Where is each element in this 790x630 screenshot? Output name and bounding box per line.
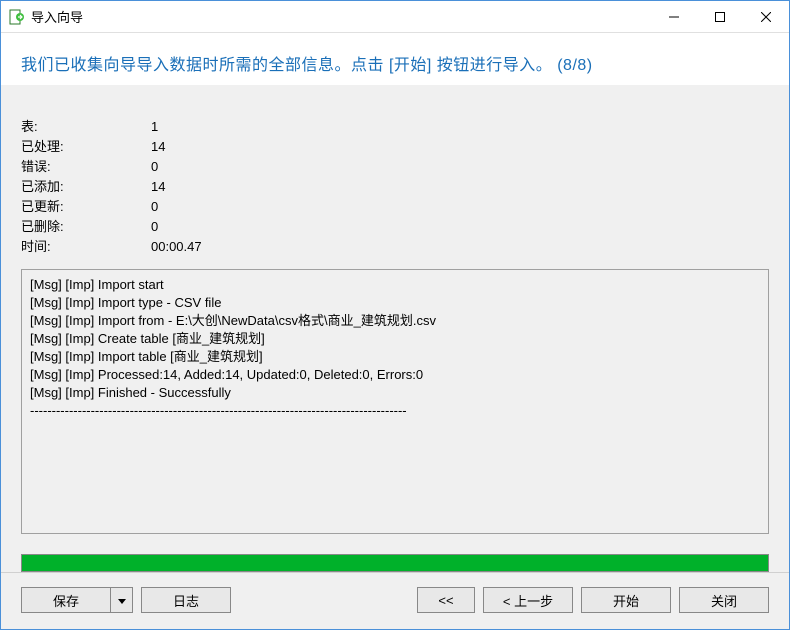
stat-row-processed: 已处理: 14 — [21, 137, 769, 157]
stat-label: 已删除: — [21, 217, 151, 237]
save-button[interactable]: 保存 — [21, 587, 111, 613]
save-dropdown-button[interactable] — [111, 587, 133, 613]
stat-value: 0 — [151, 217, 158, 237]
stat-label: 已添加: — [21, 177, 151, 197]
content-area: 我们已收集向导导入数据时所需的全部信息。点击 [开始] 按钮进行导入。 (8/8… — [1, 33, 789, 629]
save-button-group: 保存 — [21, 587, 133, 613]
stat-value: 1 — [151, 117, 158, 137]
chevron-down-icon — [118, 593, 126, 608]
log-output[interactable]: [Msg] [Imp] Import start [Msg] [Imp] Imp… — [21, 269, 769, 534]
stat-value: 0 — [151, 157, 158, 177]
stat-label: 已处理: — [21, 137, 151, 157]
maximize-button[interactable] — [697, 1, 743, 32]
prev-button[interactable]: < 上一步 — [483, 587, 573, 613]
log-button[interactable]: 日志 — [141, 587, 231, 613]
first-button[interactable]: << — [417, 587, 475, 613]
wizard-heading: 我们已收集向导导入数据时所需的全部信息。点击 [开始] 按钮进行导入。 (8/8… — [21, 51, 769, 75]
window-controls — [651, 1, 789, 32]
close-button[interactable] — [743, 1, 789, 32]
progress-bar — [21, 554, 769, 572]
stat-value: 0 — [151, 197, 158, 217]
stats-grid: 表: 1 已处理: 14 错误: 0 已添加: 14 已更新: 0 — [21, 117, 769, 257]
header-section: 我们已收集向导导入数据时所需的全部信息。点击 [开始] 按钮进行导入。 (8/8… — [1, 33, 789, 85]
window-title: 导入向导 — [31, 7, 651, 26]
import-wizard-window: 导入向导 我们已收集向导导入数据时所需的全部信息。点击 [开始] 按钮进行导入。… — [0, 0, 790, 630]
stat-row-tables: 表: 1 — [21, 117, 769, 137]
stat-value: 00:00.47 — [151, 237, 202, 257]
stat-value: 14 — [151, 137, 165, 157]
stat-value: 14 — [151, 177, 165, 197]
stat-row-added: 已添加: 14 — [21, 177, 769, 197]
stat-row-errors: 错误: 0 — [21, 157, 769, 177]
minimize-button[interactable] — [651, 1, 697, 32]
stat-label: 已更新: — [21, 197, 151, 217]
close-wizard-button[interactable]: 关闭 — [679, 587, 769, 613]
body-section: 表: 1 已处理: 14 错误: 0 已添加: 14 已更新: 0 — [1, 85, 789, 544]
stat-row-deleted: 已删除: 0 — [21, 217, 769, 237]
footer-buttons: 保存 日志 << < 上一步 下一步 > >> 开始 关闭 — [1, 572, 789, 629]
app-icon — [9, 9, 25, 25]
stat-row-time: 时间: 00:00.47 — [21, 237, 769, 257]
titlebar: 导入向导 — [1, 1, 789, 33]
stat-row-updated: 已更新: 0 — [21, 197, 769, 217]
stat-label: 错误: — [21, 157, 151, 177]
stat-label: 时间: — [21, 237, 151, 257]
start-button[interactable]: 开始 — [581, 587, 671, 613]
stat-label: 表: — [21, 117, 151, 137]
